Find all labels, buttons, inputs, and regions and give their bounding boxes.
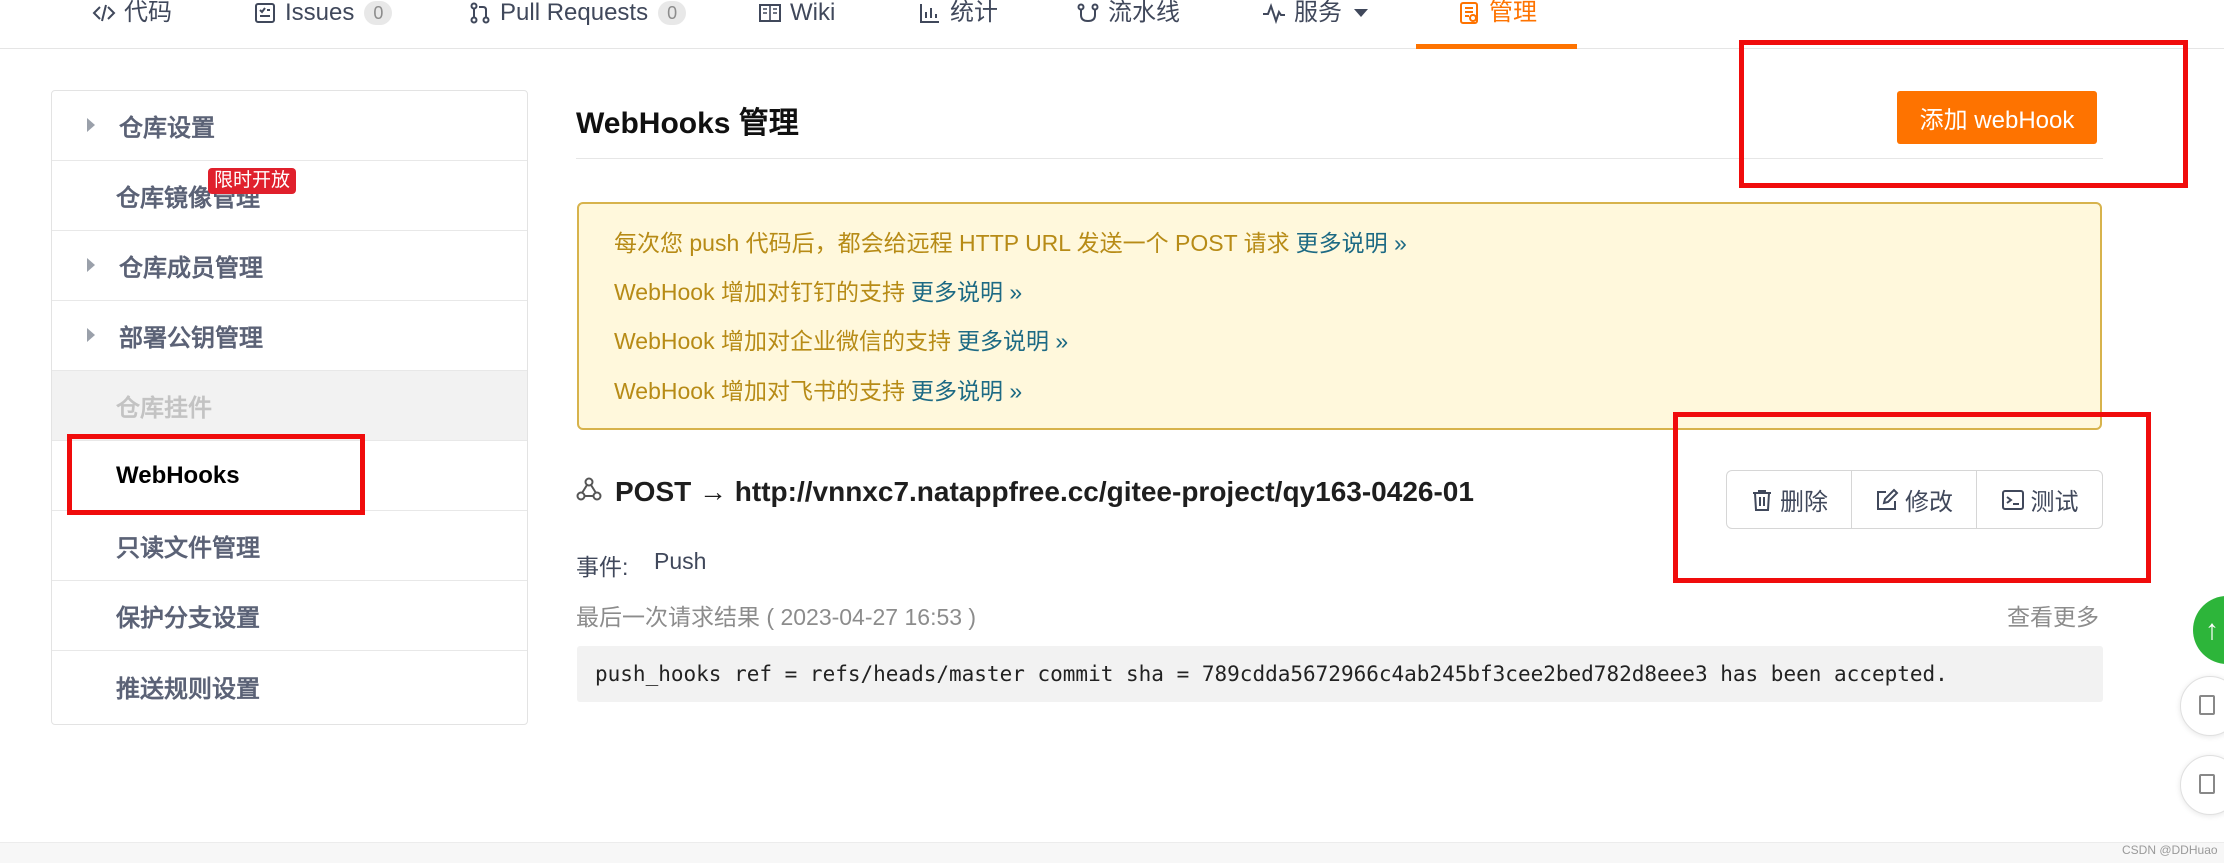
notice-text: WebHook 增加对钉钉的支持 — [614, 279, 905, 305]
document-icon — [2199, 695, 2215, 715]
book-icon — [758, 1, 782, 25]
sidebar-item-label: 推送规则设置 — [116, 675, 260, 703]
highlight-box-webhooks — [67, 434, 365, 515]
notice-text: WebHook 增加对企业微信的支持 — [614, 328, 951, 354]
pull-requests-count-badge: 0 — [658, 1, 687, 25]
sidebar-item-protected-branches[interactable]: 保护分支设置 — [52, 581, 527, 651]
notice-text: WebHook 增加对飞书的支持 — [614, 378, 905, 404]
highlight-box-actions — [1673, 412, 2151, 583]
pulse-icon — [1262, 1, 1286, 25]
more-info-link[interactable]: 更多说明 » — [1296, 230, 1407, 256]
float-doc-button[interactable] — [2180, 676, 2224, 736]
manage-icon — [1457, 1, 1481, 25]
sidebar-item-members[interactable]: 仓库成员管理 — [52, 231, 527, 301]
active-tab-indicator — [1416, 44, 1577, 49]
caret-right-icon — [87, 328, 95, 342]
sidebar-item-repo-settings[interactable]: 仓库设置 — [52, 91, 527, 161]
tab-services-label: 服务 — [1294, 0, 1342, 26]
tab-services[interactable]: 服务 — [1262, 0, 1368, 49]
notice-line: WebHook 增加对钉钉的支持 更多说明 » — [614, 273, 1022, 307]
sidebar-item-label: 保护分支设置 — [116, 605, 260, 632]
tab-issues[interactable]: Issues 0 — [253, 0, 393, 49]
issues-count-badge: 0 — [364, 1, 393, 25]
tab-manage[interactable]: 管理 — [1457, 0, 1537, 49]
watermark: CSDN @DDHuao — [2122, 843, 2218, 857]
tab-manage-label: 管理 — [1489, 0, 1537, 26]
bar-chart-icon — [918, 1, 942, 25]
pipeline-icon — [1076, 1, 1100, 25]
chat-icon — [2199, 774, 2215, 794]
sidebar-item-deploy-keys[interactable]: 部署公钥管理 — [52, 301, 527, 371]
notice-line: WebHook 增加对企业微信的支持 更多说明 » — [614, 322, 1068, 356]
webhook-icon — [575, 476, 603, 504]
sidebar-item-label: 仓库挂件 — [116, 395, 212, 422]
tab-code-label: 代码 — [124, 0, 172, 26]
float-chat-button[interactable] — [2180, 755, 2224, 815]
limited-time-badge: 限时开放 — [208, 168, 297, 194]
code-icon — [92, 1, 116, 25]
pull-request-icon — [468, 1, 492, 25]
notice-text: 每次您 push 代码后，都会给远程 HTTP URL 发送一个 POST 请求 — [614, 230, 1290, 256]
sidebar-item-push-rules[interactable]: 推送规则设置 — [52, 651, 527, 721]
highlight-box-add — [1739, 40, 2188, 188]
sidebar-item-readonly-files[interactable]: 只读文件管理 — [52, 511, 527, 581]
event-value: Push — [654, 548, 707, 574]
caret-right-icon — [87, 118, 95, 132]
tab-pipeline-label: 流水线 — [1108, 0, 1180, 26]
arrow-up-icon: ↑ — [2205, 614, 2219, 645]
page-title: WebHooks 管理 — [576, 107, 799, 140]
issues-icon — [253, 1, 277, 25]
tab-stats-label: 统计 — [950, 0, 998, 26]
feedback-float-button[interactable]: ↑ — [2193, 596, 2224, 664]
request-log: push_hooks ref = refs/heads/master commi… — [577, 646, 2103, 702]
last-request-result: 最后一次请求结果 ( 2023-04-27 16:53 ) — [576, 604, 977, 630]
chevron-down-icon — [1354, 9, 1368, 17]
webhook-info-notice: 每次您 push 代码后，都会给远程 HTTP URL 发送一个 POST 请求… — [577, 202, 2102, 430]
tab-pull-requests-label: Pull Requests — [500, 0, 649, 26]
notice-line: WebHook 增加对飞书的支持 更多说明 » — [614, 372, 1022, 406]
event-label: 事件: — [576, 554, 629, 580]
webhook-url: POST → http://vnnxc7.natappfree.cc/gitee… — [615, 476, 1474, 507]
sidebar-item-label: 仓库设置 — [119, 115, 215, 142]
tab-stats[interactable]: 统计 — [918, 0, 998, 49]
notice-line: 每次您 push 代码后，都会给远程 HTTP URL 发送一个 POST 请求… — [614, 224, 1407, 258]
tab-wiki[interactable]: Wiki — [758, 0, 835, 49]
sidebar-item-widgets: 仓库挂件 — [52, 371, 527, 441]
tab-code[interactable]: 代码 — [92, 0, 172, 49]
footer-bar — [0, 842, 2224, 863]
more-info-link[interactable]: 更多说明 » — [957, 328, 1068, 354]
sidebar-item-label: 部署公钥管理 — [119, 325, 263, 352]
view-more-link[interactable]: 查看更多 — [2007, 598, 2099, 632]
more-info-link[interactable]: 更多说明 » — [911, 279, 1022, 305]
tab-issues-label: Issues — [285, 0, 355, 26]
tab-pipeline[interactable]: 流水线 — [1076, 0, 1180, 49]
caret-right-icon — [87, 258, 95, 272]
tab-wiki-label: Wiki — [790, 0, 836, 26]
sidebar-item-label: 仓库成员管理 — [119, 255, 263, 282]
sidebar-item-label: 只读文件管理 — [116, 535, 260, 562]
more-info-link[interactable]: 更多说明 » — [911, 378, 1022, 404]
tab-pull-requests[interactable]: Pull Requests 0 — [468, 0, 687, 49]
